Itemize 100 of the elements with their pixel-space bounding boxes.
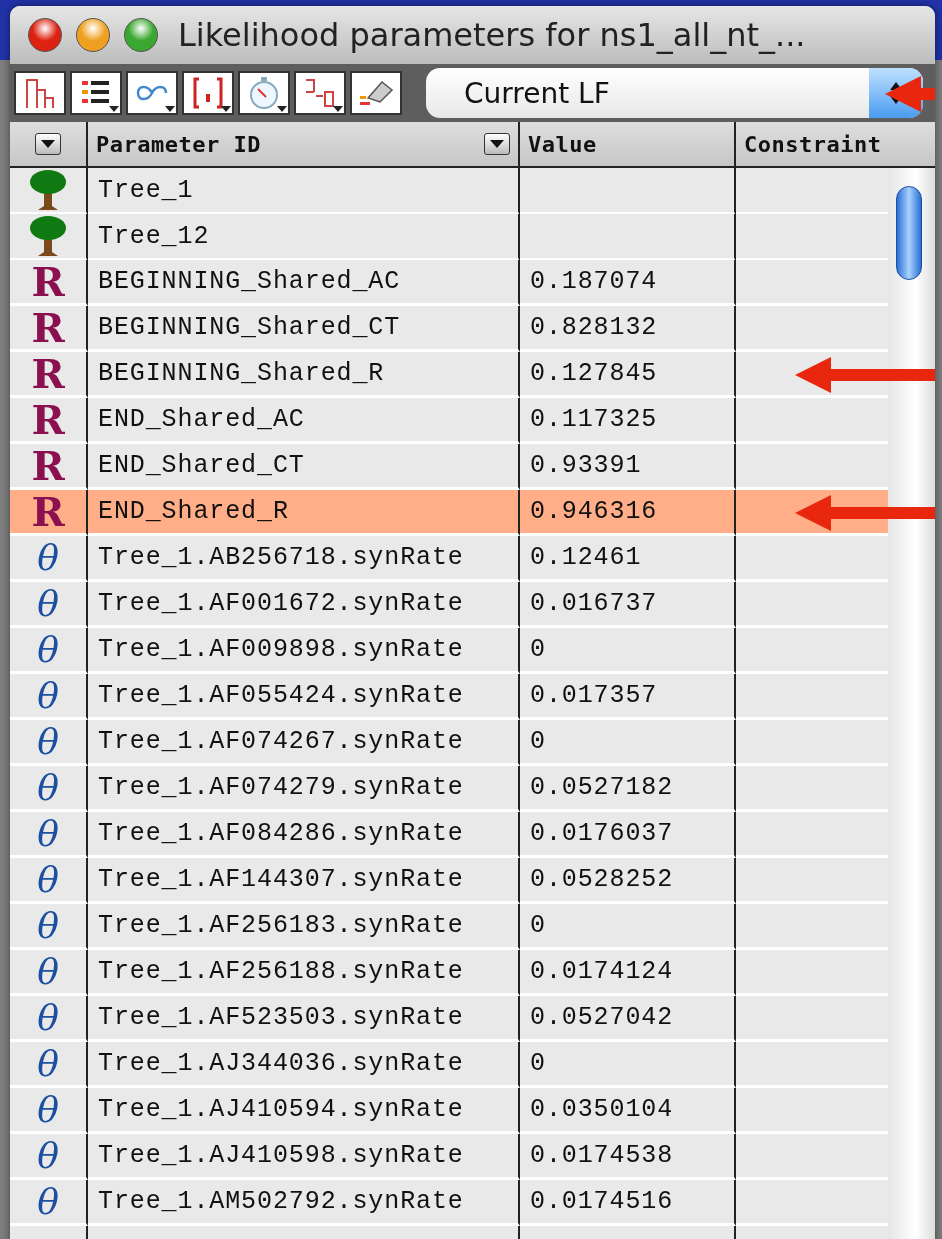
toolbar-button[interactable]	[350, 71, 402, 115]
bracket-icon	[191, 76, 225, 110]
caret-icon	[277, 106, 287, 112]
parameter-value: 0.016737	[530, 589, 658, 618]
parameter-value: 0.93391	[530, 451, 642, 480]
parameter-id: Tree_1.AF144307.synRate	[98, 865, 464, 894]
table-row[interactable]: Tree_1	[10, 168, 888, 214]
parameter-id: Tree_1.AJ410598.synRate	[98, 1141, 464, 1170]
toolbar-button[interactable]	[126, 71, 178, 115]
table-row[interactable]: R BEGINNING_Shared_AC 0.187074	[10, 260, 888, 306]
column-title: Parameter ID	[96, 131, 262, 157]
parameter-type-icon: R	[31, 353, 65, 394]
parameter-value: 0.0174516	[530, 1187, 674, 1216]
scrollbar[interactable]	[888, 168, 935, 1239]
parameter-value: 0.017357	[530, 681, 658, 710]
parameter-id: BEGINNING_Shared_AC	[98, 267, 401, 296]
parameter-value: 0.0174538	[530, 1141, 674, 1170]
parameter-value: 0.0527042	[530, 1003, 674, 1032]
parameter-value: 0	[530, 911, 546, 940]
parameter-id: Tree_1.AB256718.synRate	[98, 543, 464, 572]
table-row[interactable]: θ Tree_1.AM502792.synRate 0.0174516	[10, 1180, 888, 1226]
window-title: Likelihood parameters for ns1_all_nt_...	[178, 16, 806, 54]
table-row[interactable]: θ Tree_1.AF256183.synRate 0	[10, 904, 888, 950]
table-row[interactable]: R END_Shared_CT 0.93391	[10, 444, 888, 490]
close-button[interactable]	[28, 18, 62, 52]
table-row[interactable]: θ Tree_1.AF256188.synRate 0.0174124	[10, 950, 888, 996]
parameter-type-icon: θ	[37, 907, 59, 944]
parameter-value: 0.187074	[530, 267, 658, 296]
parameter-value: 0.828132	[530, 313, 658, 342]
parameter-id: Tree_1.AF074267.synRate	[98, 727, 464, 756]
parameter-type-icon: θ	[37, 723, 59, 760]
tree-icon	[28, 214, 68, 258]
parameter-type-icon: θ	[37, 1091, 59, 1128]
table-row[interactable]: θ Tree_1.AB256718.synRate 0.12461	[10, 536, 888, 582]
table-row[interactable]: θ Tree_1.AF074279.synRate 0.0527182	[10, 766, 888, 812]
parameter-id: Tree_1.AF055424.synRate	[98, 681, 464, 710]
column-menu-button[interactable]	[35, 133, 61, 155]
parameter-type-icon: θ	[37, 539, 59, 576]
parameter-type-icon: θ	[37, 1137, 59, 1174]
caret-icon	[221, 106, 231, 112]
table-row[interactable]: θ Tree_1.AF144307.synRate 0.0528252	[10, 858, 888, 904]
table-row[interactable]: θ Tree_1.AF523503.synRate 0.0527042	[10, 996, 888, 1042]
table-row[interactable]: R END_Shared_R 0.946316	[10, 490, 888, 536]
toolbar-button[interactable]	[14, 71, 66, 115]
parameter-type-icon: θ	[37, 861, 59, 898]
lf-selector[interactable]: Current LF	[426, 68, 923, 118]
parameter-id: Tree_12	[98, 221, 210, 251]
parameter-value: 0.127845	[530, 359, 658, 388]
caret-icon	[165, 106, 175, 112]
parameter-value: 0.0174124	[530, 957, 674, 986]
table-row[interactable]: θ Tree_1.AF055424.synRate 0.017357	[10, 674, 888, 720]
parameter-value: 0.0176037	[530, 819, 674, 848]
parameter-type-icon: θ	[37, 1183, 59, 1220]
caret-icon	[41, 140, 55, 148]
column-header[interactable]: Parameter ID	[88, 122, 520, 168]
parameter-type-icon: R	[31, 307, 65, 348]
minimize-button[interactable]	[76, 18, 110, 52]
column-title: Constraint	[744, 131, 883, 157]
toolbar-button[interactable]	[238, 71, 290, 115]
table-row[interactable]: θ Tree_1.AF001672.synRate 0.016737	[10, 582, 888, 628]
parameter-id: END_Shared_R	[98, 497, 289, 526]
table-row[interactable]: R BEGINNING_Shared_CT 0.828132	[10, 306, 888, 352]
column-header[interactable]: Constraint	[736, 122, 935, 168]
column-title: Value	[528, 131, 598, 157]
parameter-type-icon: R	[31, 399, 65, 440]
parameter-type-icon: θ	[37, 1045, 59, 1082]
parameter-id: BEGINNING_Shared_R	[98, 359, 385, 388]
column-menu-button[interactable]	[484, 133, 510, 155]
parameter-id: Tree_1.AF074279.synRate	[98, 773, 464, 802]
toolbar-button[interactable]	[294, 71, 346, 115]
parameter-type-icon: θ	[37, 585, 59, 622]
parameter-type-icon: θ	[37, 769, 59, 806]
parameter-id: END_Shared_CT	[98, 451, 305, 480]
parameter-id: BEGINNING_Shared_CT	[98, 313, 401, 342]
caret-icon	[109, 106, 119, 112]
selector-value: Current LF	[463, 76, 611, 110]
parameter-id: Tree_1.AF009898.synRate	[98, 635, 464, 664]
column-header[interactable]: Value	[520, 122, 736, 168]
parameter-type-icon: θ	[37, 999, 59, 1036]
table-row[interactable]: θ Tree_1.AJ410594.synRate 0.0350104	[10, 1088, 888, 1134]
table-row[interactable]: R END_Shared_AC 0.117325	[10, 398, 888, 444]
zoom-button[interactable]	[124, 18, 158, 52]
tree-icon	[28, 168, 68, 212]
table-row[interactable]: Tree_12	[10, 214, 888, 260]
caret-icon	[490, 140, 504, 148]
toolbar-button[interactable]	[182, 71, 234, 115]
table-row[interactable]: θ Tree_1.AF074267.synRate 0	[10, 720, 888, 766]
table-row[interactable]: θ Tree_1.AJ344036.synRate 0	[10, 1042, 888, 1088]
parameter-value: 0.12461	[530, 543, 642, 572]
table-row[interactable]: R BEGINNING_Shared_R 0.127845	[10, 352, 888, 398]
scroll-thumb[interactable]	[896, 186, 922, 280]
compare-icon	[303, 76, 337, 110]
parameter-type-icon: R	[31, 445, 65, 486]
table-row[interactable]: θ Tree_1.AF009898.synRate 0	[10, 628, 888, 674]
parameter-id: Tree_1.AM502792.synRate	[98, 1187, 464, 1216]
table-row[interactable]: θ Tree_1.AF084286.synRate 0.0176037	[10, 812, 888, 858]
parameter-type-icon: θ	[37, 815, 59, 852]
table-row[interactable]: θ Tree_1.AJ410598.synRate 0.0174538	[10, 1134, 888, 1180]
toolbar-button[interactable]	[70, 71, 122, 115]
parameter-id: Tree_1.AF084286.synRate	[98, 819, 464, 848]
